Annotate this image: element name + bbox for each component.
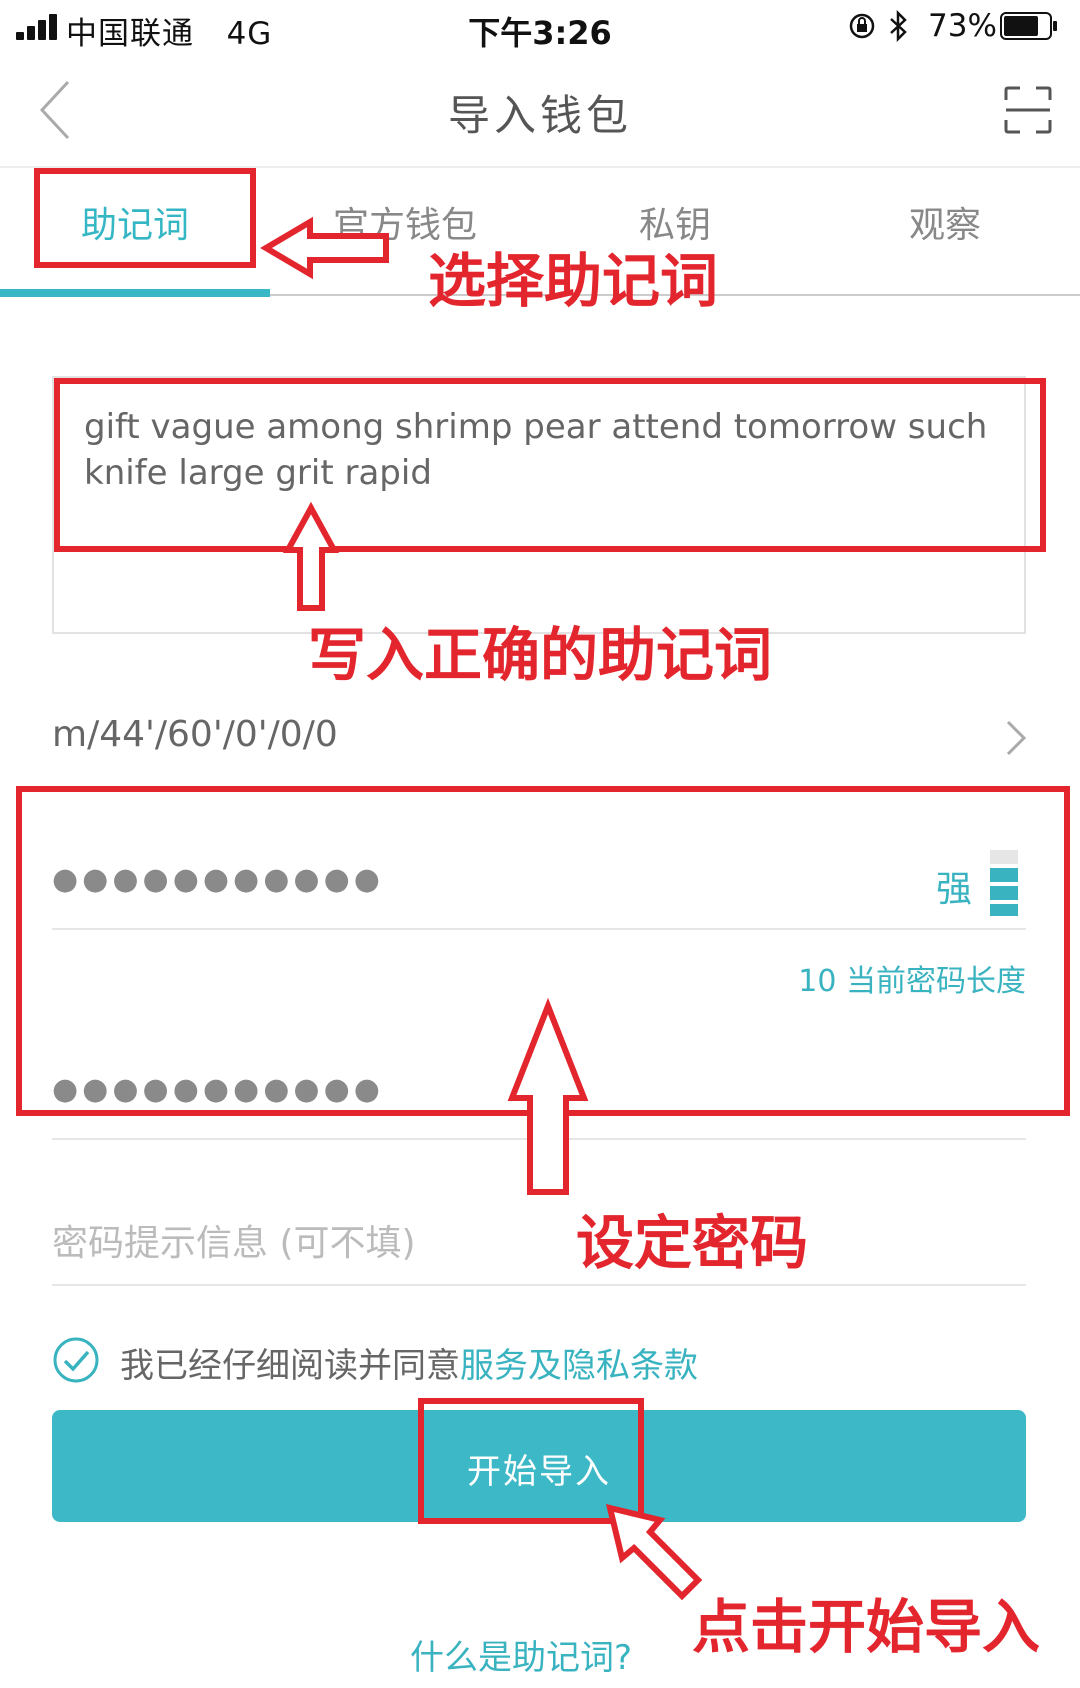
- page-title: 导入钱包: [447, 91, 632, 140]
- battery-icon: [1000, 12, 1057, 40]
- annotation-click-import: 点击开始导入: [692, 1593, 1041, 1661]
- status-bar: 中国联通 4G 下午3:26 73%: [0, 0, 1080, 56]
- bluetooth-icon: [890, 10, 907, 42]
- hint-underline: [52, 1284, 1026, 1286]
- agreement-text: 我已经仔细阅读并同意服务及隐私条款: [120, 1338, 698, 1387]
- annotation-select-mnemonic: 选择助记词: [428, 247, 719, 315]
- agreement-label: 我已经仔细阅读并同意: [120, 1346, 460, 1386]
- terms-link[interactable]: 服务及隐私条款: [460, 1346, 698, 1386]
- what-is-mnemonic-link[interactable]: 什么是助记词?: [410, 1630, 660, 1679]
- annotation-arrow-up-password: [507, 997, 589, 1195]
- rotation-lock-icon: [849, 13, 875, 39]
- password-hint-input[interactable]: 密码提示信息 (可不填): [52, 1214, 416, 1266]
- tab-active-indicator: [0, 289, 270, 297]
- checkbox-checked-icon[interactable]: [52, 1336, 100, 1384]
- annotation-enter-mnemonic: 写入正确的助记词: [308, 621, 773, 689]
- status-time: 下午3:26: [468, 14, 612, 52]
- tab-watch[interactable]: 观察: [810, 196, 1080, 248]
- chevron-right-icon[interactable]: [1004, 718, 1028, 758]
- annotation-box-mnemonic: [54, 378, 1046, 552]
- annotation-arrow-up-mnemonic: [282, 501, 340, 611]
- annotation-arrow-left: [260, 216, 389, 280]
- derivation-path[interactable]: m/44'/60'/0'/0/0: [52, 714, 338, 755]
- annotation-arrow-diagonal: [605, 1503, 703, 1601]
- annotation-set-password: 设定密码: [576, 1209, 809, 1277]
- annotation-box-tab: [34, 168, 256, 268]
- scan-icon[interactable]: [1004, 86, 1052, 134]
- battery-percent: 73%: [928, 8, 997, 44]
